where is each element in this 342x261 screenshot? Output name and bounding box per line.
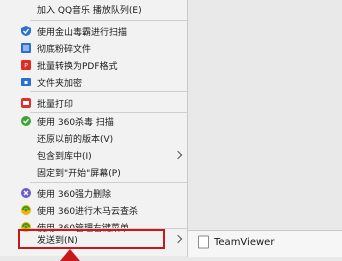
shield-blue-icon [20, 25, 32, 37]
folder-lock-icon [20, 76, 32, 88]
menu-item-batch-print[interactable]: 批量打印 [0, 94, 187, 112]
360-trojan-icon [20, 204, 32, 216]
menu-item-label: 批量转换为PDF格式 [37, 61, 118, 72]
print-icon [20, 97, 32, 109]
highlight-arrow-icon [60, 249, 80, 261]
menu-item-label: 加入 QQ音乐 播放队列(E) [37, 5, 142, 16]
menu-item-add-qq-music-queue[interactable]: 加入 QQ音乐 播放队列(E) [0, 0, 187, 18]
context-menu: 加入 QQ音乐 播放队列(E) 使用金山毒霸进行扫描 彻底粉碎文件 P 批量转换… [0, 0, 188, 261]
menu-item-360-scan[interactable]: 使用 360杀毒 扫描 [0, 112, 187, 130]
menu-item-kingsoft-scan[interactable]: 使用金山毒霸进行扫描 [0, 22, 187, 40]
menu-item-360-trojan-scan[interactable]: 使用 360进行木马云查杀 [0, 201, 187, 219]
360-antivirus-icon [20, 115, 32, 127]
shred-icon [20, 42, 32, 54]
menu-item-label: 包含到库中(I) [37, 151, 92, 162]
menu-item-pin-to-start[interactable]: 固定到"开始"屏幕(P) [0, 163, 187, 181]
menu-separator [30, 20, 187, 21]
menu-item-label: 文件夹加密 [37, 78, 83, 89]
chevron-right-icon [173, 150, 183, 160]
menu-item-label: 还原以前的版本(V) [37, 134, 114, 145]
menu-separator [30, 91, 187, 92]
menu-item-label: 使用 360强力删除 [37, 189, 112, 200]
menu-item-restore-previous[interactable]: 还原以前的版本(V) [0, 129, 187, 147]
file-icon [198, 235, 209, 249]
menu-item-360-force-delete[interactable]: 使用 360强力删除 [0, 184, 187, 202]
submenu-item-teamviewer[interactable]: TeamViewer [188, 233, 342, 251]
send-to-submenu: TeamViewer [187, 230, 342, 257]
menu-item-label: 批量打印 [37, 99, 74, 110]
menu-item-label: 彻底粉碎文件 [37, 44, 92, 55]
menu-item-shred-file[interactable]: 彻底粉碎文件 [0, 39, 187, 57]
svg-text:P: P [24, 63, 28, 70]
menu-item-label: 使用 360进行木马云查杀 [37, 206, 139, 217]
menu-separator [30, 182, 187, 183]
menu-item-include-in-library[interactable]: 包含到库中(I) [0, 146, 187, 164]
menu-item-label: 使用金山毒霸进行扫描 [37, 27, 128, 38]
highlight-box [18, 229, 165, 249]
chevron-right-icon [173, 234, 183, 244]
pdf-icon: P [20, 59, 32, 71]
menu-item-convert-pdf[interactable]: P 批量转换为PDF格式 [0, 56, 187, 74]
menu-item-label: 固定到"开始"屏幕(P) [37, 168, 121, 179]
menu-item-folder-encrypt[interactable]: 文件夹加密 [0, 73, 187, 91]
360-delete-icon [20, 187, 32, 199]
menu-item-label: 使用 360杀毒 扫描 [37, 117, 114, 128]
menu-item-label: TeamViewer [214, 236, 275, 248]
